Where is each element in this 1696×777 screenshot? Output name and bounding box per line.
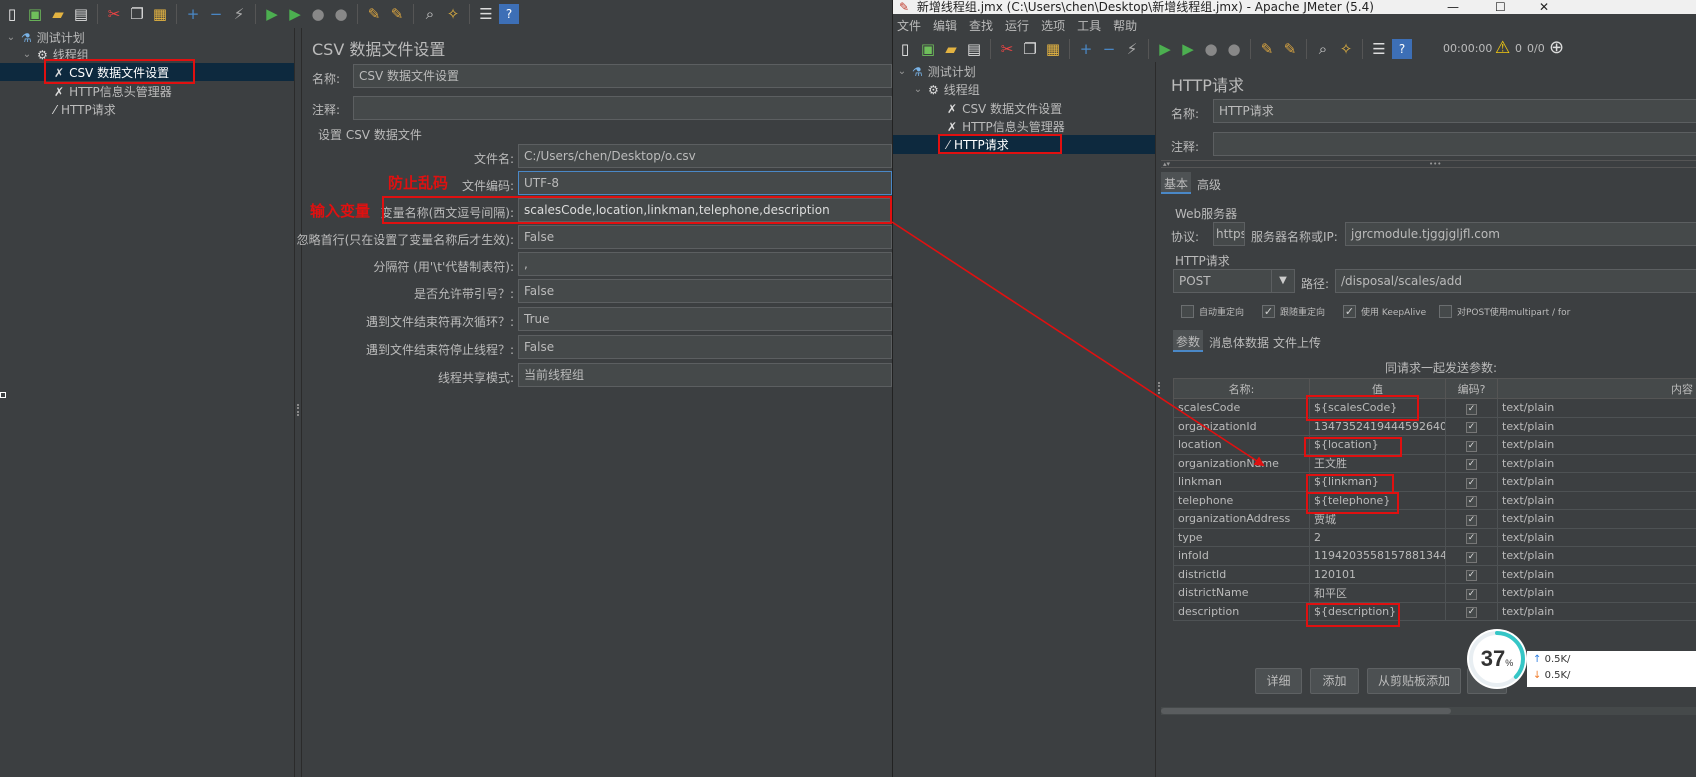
cpu-gauge[interactable]: 37% [1467,629,1527,689]
upload-speed: ↑ 0.5K/ [1533,654,1571,665]
gauge-value: 37% [1480,646,1514,671]
annotation-arrow [891,221,1265,467]
network-speed: ↑ 0.5K/ ↓ 0.5K/ [1527,651,1696,687]
arrow-down-icon: ↓ [1533,670,1542,681]
arrow-line [891,221,1265,467]
download-speed: ↓ 0.5K/ [1533,670,1571,681]
arrow-up-icon: ↑ [1533,654,1542,665]
